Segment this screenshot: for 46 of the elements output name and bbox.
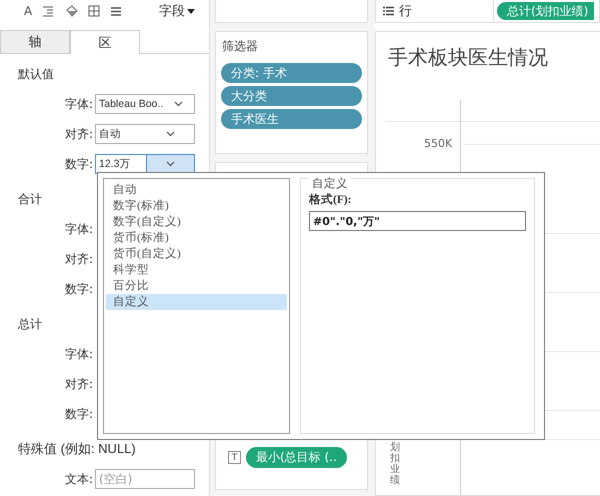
list-item[interactable]: 自定义 <box>106 294 287 310</box>
section-title: 默认值 <box>18 66 54 83</box>
format-field[interactable]: #0"."0,"万" <box>309 211 526 231</box>
list-item[interactable]: 百分比 <box>106 278 287 294</box>
field-label: 字体: <box>64 346 93 362</box>
grid-icon[interactable] <box>88 5 100 17</box>
list-item[interactable]: 数字(自定义) <box>106 214 287 230</box>
list-item[interactable]: 数字(标准) <box>106 198 287 214</box>
field-label: 数字: <box>64 406 93 422</box>
list-item[interactable]: 科学型 <box>106 262 287 278</box>
section-title: 特殊值 (例如: NULL) <box>18 440 136 458</box>
field-label: 格式(F): <box>309 192 353 207</box>
group-title: 自定义 <box>309 176 351 191</box>
field-label: 对齐: <box>64 126 93 142</box>
chevron-icon <box>174 101 184 107</box>
chart-title: 手术板块医生情况 <box>388 46 549 71</box>
text-mark-button[interactable]: T <box>228 451 241 464</box>
field-label: 数字: <box>64 280 93 298</box>
field-label: 数字: <box>64 156 93 172</box>
list-item[interactable]: 货币(自定义) <box>106 246 287 262</box>
input-field[interactable]: (空白) <box>95 469 195 489</box>
list-item[interactable]: 自动 <box>106 182 287 198</box>
shelf-label: 行 <box>399 3 412 20</box>
field-label: 对齐: <box>64 376 93 392</box>
field-menu[interactable]: 字段 <box>159 2 195 20</box>
dropdown[interactable]: 自动 <box>95 124 195 144</box>
list-item[interactable]: 货币(标准) <box>106 230 287 246</box>
field-label: 字体: <box>64 96 93 112</box>
field-label: 对齐: <box>64 250 93 268</box>
paint-bucket-icon[interactable] <box>64 4 78 18</box>
font-button[interactable]: A <box>24 4 32 18</box>
list-icon <box>383 6 394 16</box>
axis-title: 划扣业绩 <box>390 442 400 486</box>
field-label: 字体: <box>64 220 93 238</box>
tab[interactable]: 区 <box>70 30 140 54</box>
section-title: 合计 <box>18 191 42 208</box>
align-icon[interactable] <box>42 6 54 16</box>
axis-tick-label: 550K <box>424 137 452 150</box>
lines-icon[interactable] <box>110 6 122 16</box>
tab[interactable]: 轴 <box>0 30 70 53</box>
field-label: 文本: <box>64 470 93 488</box>
dropdown[interactable]: Tableau Boo.. <box>95 94 195 114</box>
chevron-icon <box>166 131 175 137</box>
section-title: 总计 <box>18 316 42 333</box>
card-title: 筛选器 <box>222 38 259 55</box>
chevron-icon <box>166 161 175 167</box>
